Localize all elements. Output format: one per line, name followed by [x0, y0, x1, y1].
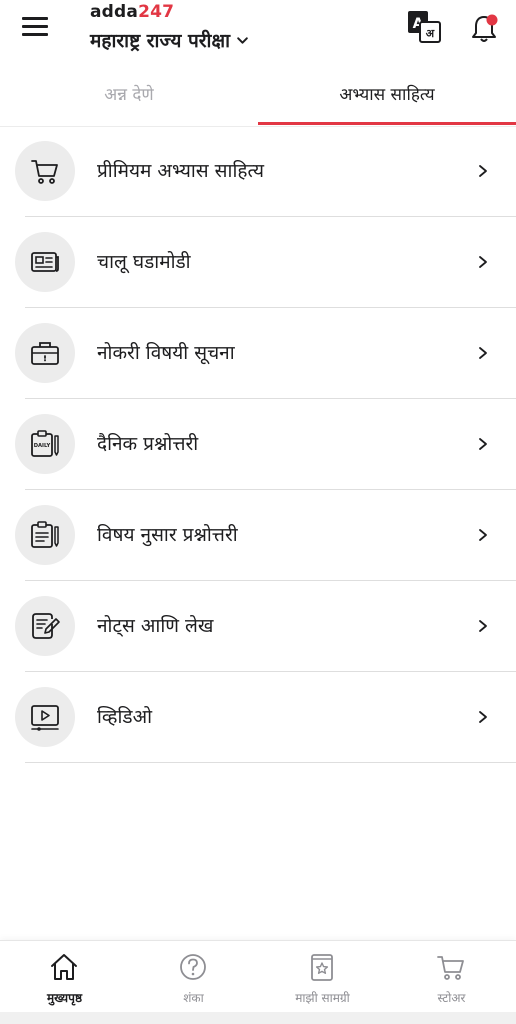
list-item-label: प्रीमियम अभ्यास साहित्य — [97, 160, 264, 182]
translate-icon[interactable]: A अ — [406, 10, 442, 44]
nav-label: स्टोअर — [437, 991, 466, 1005]
newspaper-icon — [31, 252, 59, 272]
notes-edit-icon — [32, 613, 60, 639]
nav-label: मुख्यपृष्ठ — [46, 991, 83, 1005]
nav-my-content[interactable]: माझी सामग्री — [258, 941, 387, 1013]
notification-bell-icon[interactable] — [470, 12, 500, 44]
list-item-notes-and-articles[interactable]: नोट्स आणि लेख — [15, 581, 516, 672]
chevron-right-icon — [479, 347, 487, 359]
study-material-list: प्रीमियम अभ्यास साहित्य चालू घडामोडी नोक… — [0, 126, 516, 763]
chevron-right-icon — [479, 438, 487, 450]
app-header: adda247 महाराष्ट्र राज्य परीक्षा A अ — [0, 0, 516, 66]
tab-feed[interactable]: अन्न देणे — [0, 70, 258, 124]
list-item-label: दैनिक प्रश्नोत्तरी — [97, 433, 199, 455]
chevron-right-icon — [479, 256, 487, 268]
icon-container: DAILY — [15, 414, 75, 474]
cart-icon — [31, 160, 58, 184]
tab-bar: अन्न देणे अभ्यास साहित्य — [0, 70, 516, 127]
chevron-right-icon — [479, 620, 487, 632]
icon-container — [15, 141, 75, 201]
list-item-videos[interactable]: व्हिडिओ — [15, 672, 516, 763]
icon-container — [15, 687, 75, 747]
clipboard-icon — [31, 521, 59, 548]
adda247-logo: adda247 — [90, 3, 174, 21]
logo-text: adda — [90, 2, 139, 22]
chevron-right-icon — [479, 165, 487, 177]
nav-label: शंका — [183, 991, 204, 1005]
list-item-label: नोकरी विषयी सूचना — [97, 342, 235, 364]
list-item-label: नोट्स आणि लेख — [97, 615, 214, 637]
system-navigation-bar — [0, 1012, 516, 1024]
tab-study-material[interactable]: अभ्यास साहित्य — [258, 70, 516, 124]
chevron-right-icon — [479, 529, 487, 541]
icon-container — [15, 232, 75, 292]
chevron-down-icon — [237, 36, 248, 44]
nav-store[interactable]: स्टोअर — [387, 941, 516, 1013]
active-tab-indicator — [258, 122, 516, 125]
list-item-label: व्हिडिओ — [97, 706, 153, 728]
icon-container — [15, 323, 75, 383]
home-icon — [51, 954, 77, 980]
hamburger-menu-icon[interactable] — [22, 17, 48, 39]
icon-container — [15, 596, 75, 656]
list-item-premium-study-material[interactable]: प्रीमियम अभ्यास साहित्य — [15, 126, 516, 217]
daily-quiz-icon: DAILY — [31, 430, 59, 457]
my-content-icon — [311, 954, 333, 981]
logo-number: 247 — [138, 2, 175, 22]
chevron-right-icon — [479, 711, 487, 723]
exam-title: महाराष्ट्र राज्य परीक्षा — [90, 30, 230, 52]
bottom-navigation: मुख्यपृष्ठ शंका माझी सामग्री स्टोअर — [0, 940, 516, 1013]
svg-text:अ: अ — [426, 27, 435, 40]
nav-label: माझी सामग्री — [295, 991, 350, 1005]
question-icon — [180, 954, 206, 980]
list-item-label: चालू घडामोडी — [97, 251, 191, 273]
list-item-job-notifications[interactable]: नोकरी विषयी सूचना — [15, 308, 516, 399]
list-item-subject-wise-quiz[interactable]: विषय नुसार प्रश्नोत्तरी — [15, 490, 516, 581]
list-item-current-affairs[interactable]: चालू घडामोडी — [15, 217, 516, 308]
video-icon — [31, 705, 59, 731]
nav-home[interactable]: मुख्यपृष्ठ — [0, 941, 129, 1013]
list-item-label: विषय नुसार प्रश्नोत्तरी — [97, 524, 238, 546]
nav-doubts[interactable]: शंका — [129, 941, 258, 1013]
icon-container — [15, 505, 75, 565]
briefcase-icon — [31, 342, 59, 365]
store-cart-icon — [437, 956, 464, 980]
list-item-daily-quiz[interactable]: DAILY दैनिक प्रश्नोत्तरी — [15, 399, 516, 490]
daily-icon-text: DAILY — [34, 443, 51, 449]
exam-category-dropdown[interactable]: महाराष्ट्र राज्य परीक्षा — [90, 27, 249, 53]
